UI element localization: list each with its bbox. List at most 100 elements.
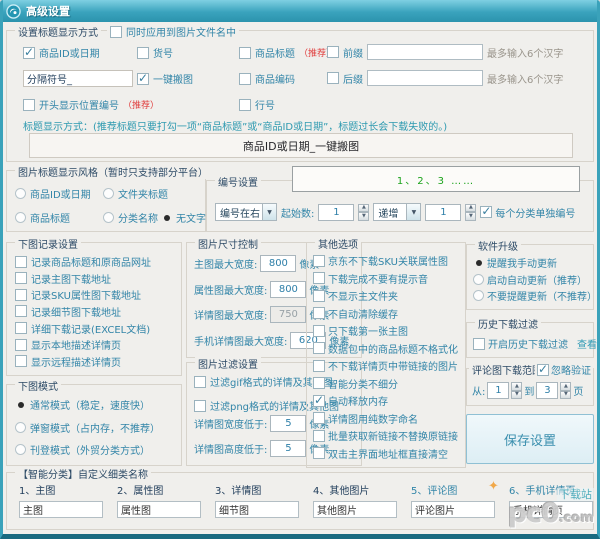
other-option-checkbox[interactable]: 数据包中的商品标题不格式化 (313, 341, 463, 356)
number-position-select[interactable]: 编号在右 ▼ (215, 203, 277, 221)
chevron-down-icon[interactable]: ▼ (262, 204, 276, 220)
checkbox-label: 记录商品标题和原商品网址 (31, 254, 151, 269)
view-link[interactable]: 查看 (577, 336, 597, 351)
skip-verify-checkbox[interactable]: 忽略验证 (535, 362, 593, 377)
title-bar[interactable]: 高级设置 (0, 0, 600, 22)
to-page-spinner[interactable]: ▲▼ (560, 382, 571, 399)
step-value-input[interactable]: 1 (425, 204, 461, 221)
other-option-checkbox[interactable]: 不自动清除缓存 (313, 306, 463, 321)
category-input[interactable]: 属性图 (117, 501, 201, 518)
radio-product-id[interactable]: 商品ID或日期 (15, 186, 91, 201)
radio (15, 399, 26, 410)
spin-down-icon[interactable]: ▼ (511, 391, 522, 400)
record-option-checkbox[interactable]: 记录细节图下载地址 (15, 304, 177, 319)
radio (15, 212, 26, 223)
other-option-checkbox[interactable]: 双击主界面地址框直接清空 (313, 446, 463, 461)
checkbox[interactable] (327, 72, 339, 84)
software-update-group: 软件升级 提醒我手动更新 启动自动更新（推荐） 不要提醒更新（不推荐） (466, 244, 594, 310)
suffix-label: 后缀 (343, 71, 363, 86)
from-page-spinner[interactable]: ▲▼ (511, 382, 522, 399)
record-option-checkbox[interactable]: 详细下载记录(EXCEL文档) (15, 321, 177, 336)
download-mode-radio[interactable]: 刊登模式（外贸分类方式） (15, 442, 177, 457)
step-value-spinner[interactable]: ▲▼ (465, 204, 476, 221)
other-option-checkbox[interactable]: 不显示主文件夹 (313, 288, 463, 303)
software-update-list: 提醒我手动更新 启动自动更新（推荐） 不要提醒更新（不推荐） (473, 255, 591, 303)
size-input[interactable]: 800 (270, 281, 306, 298)
start-number-spinner[interactable]: ▲▼ (358, 204, 369, 221)
category-input[interactable]: 评论图片 (411, 501, 495, 518)
filter-size-input[interactable]: 5 (270, 415, 306, 432)
size-label: 主图最大宽度: (194, 256, 257, 271)
category-input[interactable]: 主图 (19, 501, 103, 518)
other-option-checkbox[interactable]: 自动释放内存 (313, 393, 463, 408)
start-number-input[interactable]: 1 (318, 204, 354, 221)
checkbox-label: 只下载第一张主图 (328, 323, 408, 338)
spin-down-icon[interactable]: ▼ (560, 391, 571, 400)
product-title-checkbox[interactable]: 商品标题 （推荐） (239, 45, 335, 60)
update-mode-radio[interactable]: 提醒我手动更新 (473, 255, 591, 270)
spin-down-icon[interactable]: ▼ (465, 212, 476, 221)
update-mode-radio[interactable]: 不要提醒更新（不推荐） (473, 288, 591, 303)
other-option-checkbox[interactable]: 批量获取新链接不替换原链接 (313, 428, 463, 443)
save-settings-button[interactable]: 保存设置 (466, 414, 594, 464)
other-option-checkbox[interactable]: 只下载第一张主图 (313, 323, 463, 338)
record-option-checkbox[interactable]: 显示本地描述详情页 (15, 337, 177, 352)
other-option-checkbox[interactable]: 京东不下载SKU关联属性图 (313, 253, 463, 268)
to-page-input[interactable]: 3 (536, 382, 558, 399)
step-mode-select[interactable]: 递增 ▼ (373, 203, 421, 221)
category-input[interactable]: 细节图 (215, 501, 299, 518)
suffix-row: 后缀 最多输入6个汉字 (327, 70, 563, 86)
from-page-input[interactable]: 1 (487, 382, 509, 399)
radio-folder-title[interactable]: 文件夹标题 (103, 186, 168, 201)
one-key-move-checkbox[interactable]: 一键搬图 (137, 71, 193, 86)
checkbox (313, 342, 325, 354)
per-category-checkbox[interactable]: 每个分类单独编号 (480, 205, 575, 220)
spin-up-icon[interactable]: ▲ (358, 204, 369, 213)
checkbox-label: 一键搬图 (153, 71, 193, 86)
checkbox-label: 记录SKU属性图下载地址 (31, 287, 141, 302)
record-option-checkbox[interactable]: 记录主图下载地址 (15, 271, 177, 286)
download-mode-radio[interactable]: 弹窗模式（占内存，不推荐） (15, 420, 177, 435)
position-number-checkbox[interactable]: 开头显示位置编号 （推荐） (23, 97, 159, 112)
checkbox (15, 339, 27, 351)
record-option-checkbox[interactable]: 记录SKU属性图下载地址 (15, 287, 177, 302)
checkbox (313, 447, 325, 459)
size-input[interactable]: 800 (260, 255, 296, 272)
filter-size-input[interactable]: 5 (270, 440, 306, 457)
size-input[interactable]: 750 (270, 306, 306, 323)
suffix-input[interactable] (367, 70, 483, 86)
separator-input[interactable]: 分隔符号_ (23, 70, 133, 87)
download-mode-radio[interactable]: 通常模式（稳定，速度快） (15, 397, 177, 412)
spin-up-icon[interactable]: ▲ (511, 382, 522, 391)
product-id-checkbox[interactable]: 商品ID或日期 (23, 45, 100, 60)
checkbox[interactable] (327, 46, 339, 58)
row-number-checkbox[interactable]: 行号 (239, 97, 275, 112)
software-update-legend: 软件升级 (475, 238, 521, 253)
checkbox-label: 忽略验证 (551, 362, 591, 377)
radio-category-name[interactable]: 分类名称 (103, 210, 158, 225)
spin-up-icon[interactable]: ▲ (465, 204, 476, 213)
radio-product-title[interactable]: 商品标题 (15, 210, 70, 225)
other-option-checkbox[interactable]: 详情图用纯数字命名 (313, 411, 463, 426)
other-option-checkbox[interactable]: 下载完成不要有提示音 (313, 271, 463, 286)
record-option-checkbox[interactable]: 记录商品标题和原商品网址 (15, 254, 177, 269)
radio-no-text[interactable]: 无文字 (161, 210, 206, 225)
checkbox (23, 99, 35, 111)
sku-no-checkbox[interactable]: 货号 (137, 45, 173, 60)
apply-to-filename-checkbox[interactable]: 同时应用到图片文件名中 (107, 24, 239, 39)
other-option-checkbox[interactable]: 智能分类不细分 (313, 376, 463, 391)
prefix-input[interactable] (367, 44, 483, 60)
comment-range-legend: 评论图下载范围 (469, 362, 545, 377)
other-option-checkbox[interactable]: 不下载详情页中带链接的图片 (313, 358, 463, 373)
record-option-checkbox[interactable]: 显示远程描述详情页 (15, 354, 177, 369)
product-code-checkbox[interactable]: 商品编码 (239, 71, 295, 86)
checkbox-label: 自动释放内存 (328, 393, 388, 408)
enable-history-filter-checkbox[interactable]: 开启历史下载过滤 (473, 336, 568, 351)
checkbox (313, 430, 325, 442)
chevron-down-icon[interactable]: ▼ (406, 204, 420, 220)
category-input[interactable]: 其他图片 (313, 501, 397, 518)
spin-up-icon[interactable]: ▲ (560, 382, 571, 391)
update-mode-radio[interactable]: 启动自动更新（推荐） (473, 272, 591, 287)
checkbox (239, 73, 251, 85)
spin-down-icon[interactable]: ▼ (358, 212, 369, 221)
